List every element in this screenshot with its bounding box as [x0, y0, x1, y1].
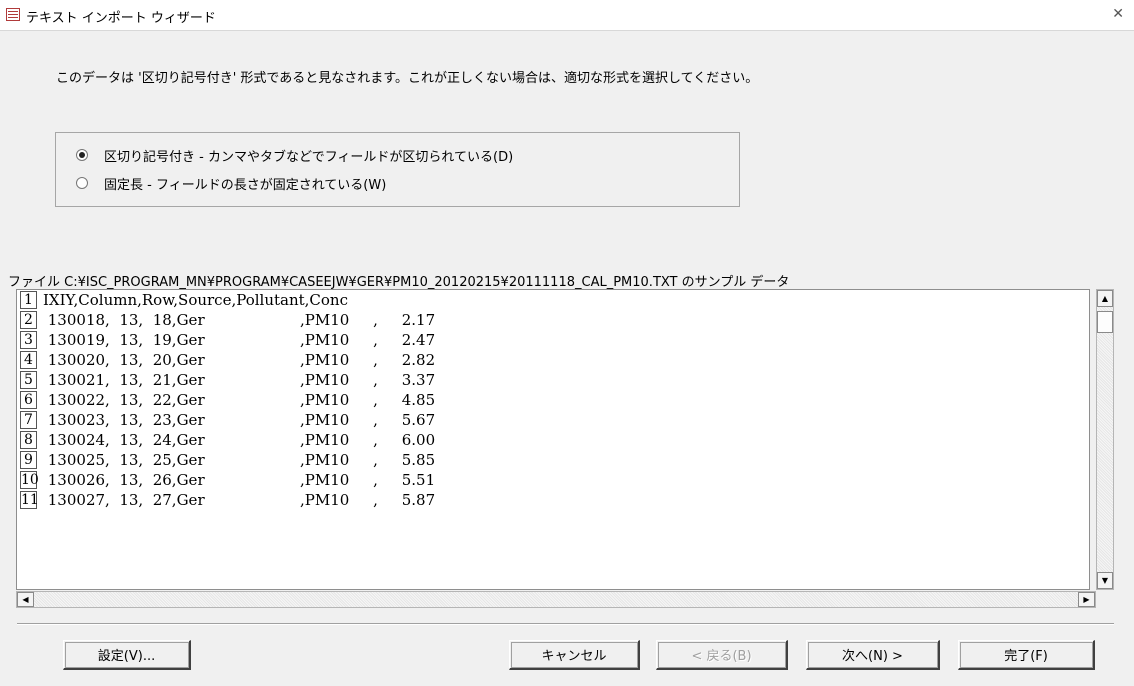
scroll-thumb[interactable] — [1097, 311, 1113, 333]
row-text: 130025, 13, 25,Ger ,PM10 , 5.85 — [43, 451, 436, 469]
cancel-button-label: キャンセル — [541, 649, 607, 664]
sample-data-label: ファイル C:¥ISC_PROGRAM_MN¥PROGRAM¥CASEEJW¥G… — [8, 275, 790, 290]
option-fixed-width[interactable]: 固定長 - フィールドの長さが固定されている(W) — [76, 174, 387, 193]
back-button-label: < 戻る(B) — [691, 649, 752, 664]
settings-button-label: 設定(V)... — [97, 649, 156, 664]
finish-button[interactable]: 完了(F) — [958, 640, 1095, 670]
scroll-left-icon[interactable]: ◀ — [17, 592, 34, 607]
scroll-up-icon[interactable]: ▲ — [1097, 290, 1113, 307]
wizard-app-icon — [6, 8, 20, 21]
row-text: 130023, 13, 23,Ger ,PM10 , 5.67 — [43, 411, 436, 429]
row-text: 130018, 13, 18,Ger ,PM10 , 2.17 — [43, 311, 436, 329]
row-text: 130020, 13, 20,Ger ,PM10 , 2.82 — [43, 351, 436, 369]
cancel-button[interactable]: キャンセル — [509, 640, 640, 670]
sample-data-preview[interactable]: 1 IXIY,Column,Row,Source,Pollutant,Conc 2 … — [16, 289, 1090, 590]
row-text: 130026, 13, 26,Ger ,PM10 , 5.51 — [43, 471, 436, 489]
preview-row: 6 130022, 13, 22,Ger ,PM10 , 4.85 — [17, 390, 1077, 410]
row-number: 4 — [20, 351, 37, 369]
preview-row: 4 130020, 13, 20,Ger ,PM10 , 2.82 — [17, 350, 1077, 370]
row-text: 130019, 13, 19,Ger ,PM10 , 2.47 — [43, 331, 436, 349]
row-text: IXIY,Column,Row,Source,Pollutant,Conc — [43, 291, 348, 309]
preview-row: 5 130021, 13, 21,Ger ,PM10 , 3.37 — [17, 370, 1077, 390]
scroll-down-icon[interactable]: ▼ — [1097, 572, 1113, 589]
horizontal-scrollbar[interactable]: ◀ ▶ — [16, 591, 1096, 608]
next-button[interactable]: 次へ(N) > — [806, 640, 940, 670]
back-button[interactable]: < 戻る(B) — [656, 640, 788, 670]
option-delimited-label: 区切り記号付き - カンマやタブなどでフィールドが区切られている(D) — [104, 149, 514, 165]
divider — [17, 623, 1114, 625]
option-delimited[interactable]: 区切り記号付き - カンマやタブなどでフィールドが区切られている(D) — [76, 146, 514, 165]
row-number: 10 — [20, 471, 39, 489]
row-text: 130022, 13, 22,Ger ,PM10 , 4.85 — [43, 391, 436, 409]
option-fixed-width-label: 固定長 - フィールドの長さが固定されている(W) — [104, 177, 387, 193]
format-description: このデータは '区切り記号付き' 形式であると見なされます。これが正しくない場合… — [56, 71, 759, 86]
scroll-right-icon[interactable]: ▶ — [1078, 592, 1095, 607]
preview-row: 10 130026, 13, 26,Ger ,PM10 , 5.51 — [17, 470, 1077, 490]
next-button-label: 次へ(N) > — [842, 649, 903, 664]
close-icon[interactable]: ✕ — [1112, 6, 1124, 22]
preview-row: 8 130024, 13, 24,Ger ,PM10 , 6.00 — [17, 430, 1077, 450]
row-number: 1 — [20, 291, 37, 309]
format-option-group: 区切り記号付き - カンマやタブなどでフィールドが区切られている(D) 固定長 … — [55, 132, 740, 207]
preview-row: 9 130025, 13, 25,Ger ,PM10 , 5.85 — [17, 450, 1077, 470]
radio-fixed-width[interactable] — [76, 177, 88, 189]
preview-row: 7 130023, 13, 23,Ger ,PM10 , 5.67 — [17, 410, 1077, 430]
row-number: 8 — [20, 431, 37, 449]
preview-row: 2 130018, 13, 18,Ger ,PM10 , 2.17 — [17, 310, 1077, 330]
row-number: 7 — [20, 411, 37, 429]
preview-row: 3 130019, 13, 19,Ger ,PM10 , 2.47 — [17, 330, 1077, 350]
row-number: 11 — [20, 491, 39, 509]
row-text: 130024, 13, 24,Ger ,PM10 , 6.00 — [43, 431, 436, 449]
row-number: 5 — [20, 371, 37, 389]
finish-button-label: 完了(F) — [1004, 649, 1048, 664]
vertical-scrollbar[interactable]: ▲ ▼ — [1096, 289, 1114, 590]
radio-delimited[interactable] — [76, 149, 88, 161]
title-bar: テキスト インポート ウィザード ✕ — [0, 0, 1134, 31]
row-text: 130021, 13, 21,Ger ,PM10 , 3.37 — [43, 371, 436, 389]
window-title: テキスト インポート ウィザード — [26, 11, 216, 26]
row-number: 2 — [20, 311, 37, 329]
row-number: 6 — [20, 391, 37, 409]
preview-row: 11 130027, 13, 27,Ger ,PM10 , 5.87 — [17, 490, 1077, 510]
row-text: 130027, 13, 27,Ger ,PM10 , 5.87 — [43, 491, 436, 509]
row-number: 3 — [20, 331, 37, 349]
preview-row: 1 IXIY,Column,Row,Source,Pollutant,Conc — [17, 290, 1077, 310]
settings-button[interactable]: 設定(V)... — [63, 640, 191, 670]
row-number: 9 — [20, 451, 37, 469]
